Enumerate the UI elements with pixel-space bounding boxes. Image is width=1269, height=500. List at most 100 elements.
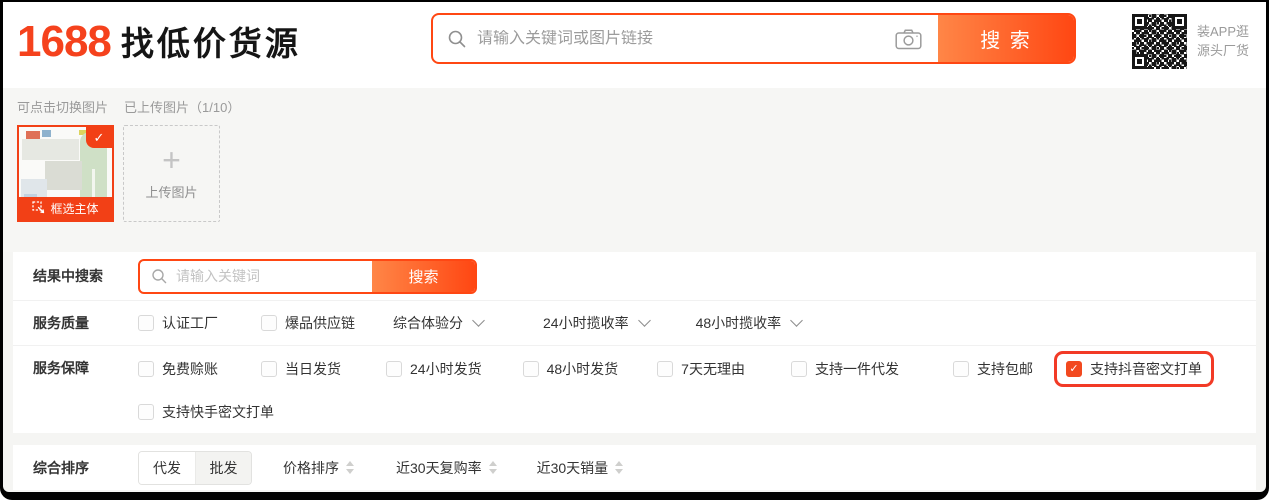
checkbox-label: 支持一件代发 xyxy=(815,359,899,379)
checkbox-box[interactable] xyxy=(138,404,154,420)
upload-image-label: 上传图片 xyxy=(145,182,197,201)
service-guarantee-options: 免费赊账 当日发货 24小时发货 48小时发货 xyxy=(138,346,1256,433)
crop-subject-button[interactable]: 框选主体 xyxy=(19,197,112,220)
checkbox-hot-supply-chain[interactable]: 爆品供应链 xyxy=(261,313,355,333)
trade-mode-segmented-control: 代发 批发 xyxy=(138,451,252,485)
header: 1688 找低价货源 搜 索 xyxy=(3,2,1266,88)
sort-bar-label: 综合排序 xyxy=(33,458,138,478)
service-quality-label: 服务质量 xyxy=(33,313,138,333)
sort-price[interactable]: 价格排序 xyxy=(283,458,354,478)
qr-code xyxy=(1131,13,1188,70)
result-search-row: 结果中搜索 搜索 xyxy=(13,252,1256,300)
upload-image-button[interactable]: + 上传图片 xyxy=(123,125,220,222)
result-search-button[interactable]: 搜索 xyxy=(372,261,475,292)
filter-panel: 结果中搜索 搜索 服务质量 认证工厂 爆品供应链 综合体验分 xyxy=(13,252,1256,433)
page: 1688 找低价货源 搜 索 xyxy=(3,2,1266,492)
dropdown-48h-pickup-rate[interactable]: 48小时揽收率 xyxy=(696,313,802,333)
sort-30day-sales[interactable]: 近30天销量 xyxy=(537,458,624,478)
logo-slogan: 找低价货源 xyxy=(121,22,301,66)
image-blob xyxy=(22,139,80,159)
result-search-label: 结果中搜索 xyxy=(33,266,138,286)
uploaded-count: 已上传图片（1/10） xyxy=(124,97,240,116)
segment-dropship[interactable]: 代发 xyxy=(139,452,195,484)
service-guarantee-line1: 免费赊账 当日发货 24小时发货 48小时发货 xyxy=(138,346,1256,391)
camera-icon[interactable] xyxy=(895,28,922,50)
main-search-bar: 搜 索 xyxy=(431,13,1076,64)
main-search-input[interactable] xyxy=(477,30,887,48)
uploaded-images-section: 可点击切换图片 已上传图片（1/10） ✓ xyxy=(3,88,1266,252)
main-search-button[interactable]: 搜 索 xyxy=(938,15,1074,62)
checkbox-label: 爆品供应链 xyxy=(285,313,355,333)
switch-image-hint: 可点击切换图片 xyxy=(17,97,108,116)
checkbox-label: 7天无理由 xyxy=(681,359,745,379)
image-blob xyxy=(42,130,50,137)
dropdown-24h-pickup-rate[interactable]: 24小时揽收率 xyxy=(543,313,649,333)
checkbox-box[interactable] xyxy=(261,361,277,377)
checkbox-free-credit[interactable]: 免费赊账 xyxy=(138,359,218,379)
dropdown-label: 48小时揽收率 xyxy=(696,313,782,333)
checkbox-7day-no-reason-return[interactable]: 7天无理由 xyxy=(657,359,745,379)
checkbox-box[interactable] xyxy=(791,361,807,377)
sort-option-label: 近30天销量 xyxy=(537,458,609,478)
checkbox-label: 支持包邮 xyxy=(977,359,1033,379)
checkbox-box[interactable] xyxy=(523,361,539,377)
checkbox-douyin-encrypted-order[interactable]: ✓ 支持抖音密文打单 xyxy=(1054,351,1214,387)
checkbox-same-day-shipping[interactable]: 当日发货 xyxy=(261,359,341,379)
checkbox-box[interactable] xyxy=(138,361,154,377)
checkbox-48h-shipping[interactable]: 48小时发货 xyxy=(523,359,619,379)
sort-option-label: 近30天复购率 xyxy=(396,458,482,478)
checkbox-24h-shipping[interactable]: 24小时发货 xyxy=(386,359,482,379)
sort-30day-repurchase-rate[interactable]: 近30天复购率 xyxy=(396,458,497,478)
dropdown-composite-experience-score[interactable]: 综合体验分 xyxy=(393,313,483,333)
service-quality-row: 服务质量 认证工厂 爆品供应链 综合体验分 24小时揽收率 48小时揽收率 xyxy=(13,300,1256,345)
check-icon: ✓ xyxy=(94,130,105,146)
qr-finder xyxy=(1132,54,1147,69)
dropdown-label: 24小时揽收率 xyxy=(543,313,629,333)
checkbox-label: 支持抖音密文打单 xyxy=(1090,359,1202,379)
sort-arrows-icon xyxy=(346,461,354,474)
checkbox-label: 支持快手密文打单 xyxy=(162,402,274,422)
checkbox-label: 当日发货 xyxy=(285,359,341,379)
checkbox-box[interactable] xyxy=(386,361,402,377)
qr-finder xyxy=(1132,14,1147,29)
logo-1688: 1688 xyxy=(17,18,111,66)
qr-finder xyxy=(1172,14,1187,29)
checkbox-box[interactable] xyxy=(953,361,969,377)
selected-check-badge: ✓ xyxy=(86,127,112,148)
checkbox-box[interactable] xyxy=(138,315,154,331)
app-qr-area: 装APP逛 源头厂货 xyxy=(1131,13,1249,70)
chevron-down-icon xyxy=(790,314,803,327)
image-blob xyxy=(26,131,40,139)
qr-caption-line1: 装APP逛 xyxy=(1197,22,1249,41)
crop-label: 框选主体 xyxy=(50,200,98,217)
qr-caption: 装APP逛 源头厂货 xyxy=(1197,13,1249,70)
segment-wholesale[interactable]: 批发 xyxy=(195,452,251,484)
checkbox-label: 48小时发货 xyxy=(547,359,619,379)
checkbox-one-piece-dropshipping[interactable]: 支持一件代发 xyxy=(791,359,899,379)
checkbox-label: 24小时发货 xyxy=(410,359,482,379)
sort-option-label: 价格排序 xyxy=(283,458,339,478)
image-blob xyxy=(45,161,82,190)
result-search-bar: 搜索 xyxy=(138,259,477,294)
checkbox-kuaishou-encrypted-order[interactable]: 支持快手密文打单 xyxy=(138,402,274,422)
image-tiles: ✓ 框选主体 + 上传图片 xyxy=(17,125,1252,222)
result-search-input[interactable] xyxy=(176,261,372,292)
checkbox-free-shipping[interactable]: 支持包邮 xyxy=(953,359,1033,379)
checkbox-checked-icon[interactable]: ✓ xyxy=(1066,361,1082,377)
checkbox-box[interactable] xyxy=(657,361,673,377)
search-icon xyxy=(447,29,467,49)
checkbox-label: 认证工厂 xyxy=(162,313,218,333)
service-guarantee-label: 服务保障 xyxy=(33,346,138,391)
sort-bar: 综合排序 代发 批发 价格排序 近30天复购率 近30天销量 xyxy=(13,445,1256,490)
qr-caption-line2: 源头厂货 xyxy=(1197,41,1249,60)
uploaded-image-thumbnail[interactable]: ✓ 框选主体 xyxy=(17,125,114,222)
checkbox-box[interactable] xyxy=(261,315,277,331)
dropdown-label: 综合体验分 xyxy=(393,313,463,333)
site-logo[interactable]: 1688 找低价货源 xyxy=(17,18,301,66)
checkbox-certified-factory[interactable]: 认证工厂 xyxy=(138,313,218,333)
service-guarantee-row: 服务保障 免费赊账 当日发货 24小时发货 xyxy=(13,345,1256,433)
search-icon xyxy=(151,268,168,285)
chevron-down-icon xyxy=(638,314,651,327)
upload-hints: 可点击切换图片 已上传图片（1/10） xyxy=(17,98,1252,114)
crop-icon xyxy=(32,201,45,217)
